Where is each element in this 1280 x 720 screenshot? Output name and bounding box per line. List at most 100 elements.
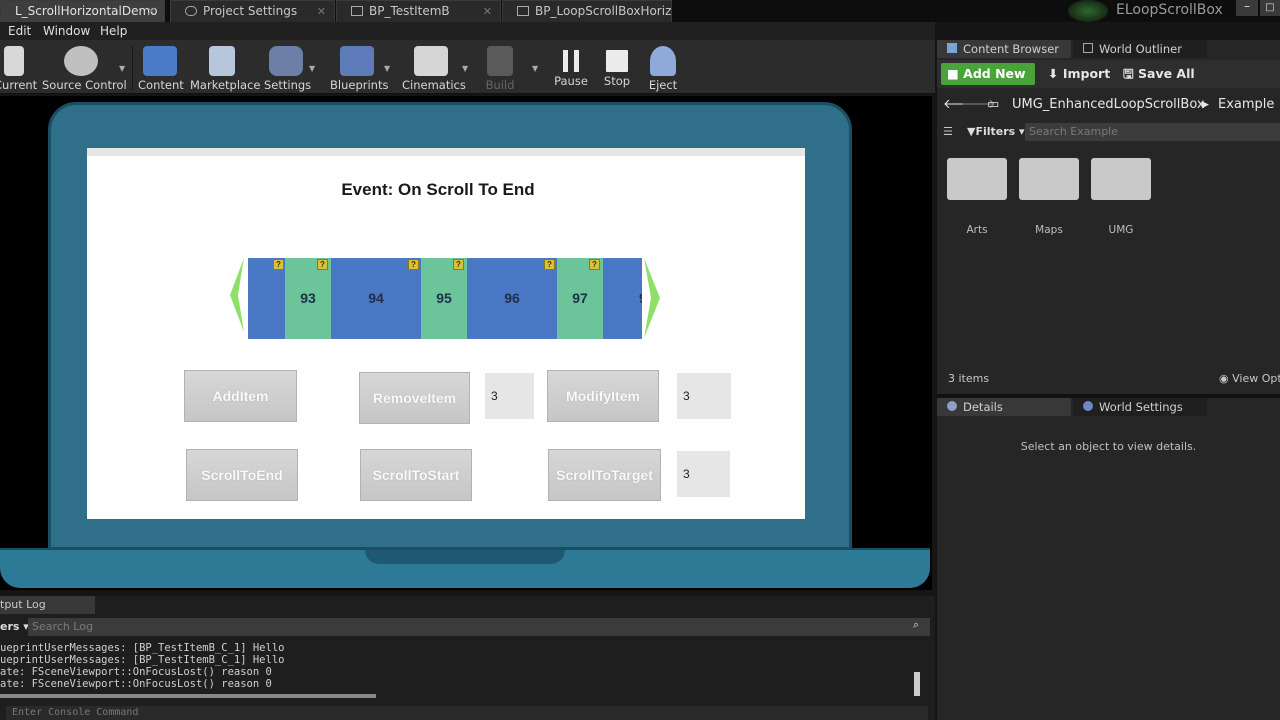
cursor-icon: [524, 210, 530, 222]
stop-button[interactable]: Stop: [600, 42, 634, 92]
tab-world-outliner[interactable]: World Outliner: [1073, 40, 1207, 58]
chevron-down-icon[interactable]: ▼: [462, 64, 468, 73]
filter-bar: ☰ ▼Filters ▾ Search Example: [937, 122, 1280, 144]
add-new-button[interactable]: ■ Add New ▾: [941, 63, 1035, 103]
tab-label: Details: [963, 400, 1003, 414]
modify-item-button[interactable]: ModifyItem: [547, 370, 659, 422]
filters-dropdown[interactable]: ▼Filters ▾: [967, 125, 1025, 138]
breadcrumb-item[interactable]: Example: [1218, 92, 1274, 118]
current-button[interactable]: Current: [0, 42, 37, 92]
vertical-scrollbar[interactable]: [914, 672, 920, 696]
console-input[interactable]: Enter Console Command: [6, 706, 928, 720]
build-button[interactable]: Build: [480, 42, 520, 92]
help-badge-icon: ?: [408, 259, 419, 270]
details-icon: [947, 401, 957, 411]
scroll-to-target-button[interactable]: ScrollToTarget: [548, 449, 661, 501]
tab-bp-loop-scroll-box[interactable]: BP_LoopScrollBoxHorizo: [502, 0, 672, 22]
scroll-left-arrow[interactable]: [226, 258, 246, 332]
add-item-button[interactable]: AddItem: [184, 370, 297, 422]
folder-icon[interactable]: [1091, 158, 1151, 200]
tab-details[interactable]: Details: [937, 398, 1071, 416]
chevron-down-icon[interactable]: ▼: [384, 64, 390, 73]
add-icon: ■: [947, 66, 964, 81]
tab-world-settings[interactable]: World Settings: [1073, 398, 1207, 416]
tab-bp-test-item-b[interactable]: BP_TestItemB ✕: [336, 0, 501, 22]
tab-label: BP_LoopScrollBoxHorizo: [535, 4, 672, 18]
chevron-down-icon[interactable]: ▼: [119, 64, 125, 73]
minimize-icon[interactable]: –: [1236, 0, 1258, 16]
marketplace-button[interactable]: Marketplace: [190, 42, 260, 92]
maximize-icon[interactable]: □: [1260, 0, 1280, 16]
laptop-notch: [365, 550, 565, 564]
settings-button[interactable]: Settings: [264, 42, 311, 92]
help-badge-icon: ?: [453, 259, 464, 270]
save-icon: 🖫: [1123, 66, 1139, 81]
folder-label: Arts: [966, 224, 988, 236]
folder-icon[interactable]: [947, 158, 1007, 200]
import-button[interactable]: ⬇ Import: [1048, 63, 1110, 85]
close-icon[interactable]: ✕: [483, 1, 492, 22]
search-input[interactable]: Search Example: [1025, 123, 1280, 141]
list-item[interactable]: 96?: [467, 258, 557, 339]
eye-icon: ◉: [1219, 372, 1233, 385]
tab-project-settings[interactable]: Project Settings ✕: [170, 0, 335, 22]
close-icon[interactable]: ✕: [317, 1, 326, 22]
remove-index-input[interactable]: 3: [485, 373, 534, 419]
marketplace-icon: [209, 46, 235, 76]
list-item[interactable]: 93?: [285, 258, 331, 339]
search-log-input[interactable]: Search Log: [28, 618, 930, 636]
remove-item-button[interactable]: RemoveItem: [359, 372, 470, 424]
list-item[interactable]: 95?: [421, 258, 467, 339]
menu-window[interactable]: Window: [43, 22, 90, 40]
tab-scroll-horizontal-demo[interactable]: L_ScrollHorizontalDemo ✕: [0, 0, 165, 22]
tab-output-log[interactable]: tput Log: [0, 596, 95, 614]
list-item[interactable]: ?: [248, 258, 285, 339]
filters-dropdown[interactable]: ers ▾: [0, 620, 29, 633]
folder-icon[interactable]: [1019, 158, 1079, 200]
close-icon[interactable]: ✕: [147, 1, 156, 22]
cinematics-button[interactable]: Cinematics: [402, 42, 466, 92]
content-browser-icon: [947, 43, 957, 53]
eject-button[interactable]: Eject: [646, 42, 680, 92]
chevron-down-icon[interactable]: ▼: [532, 64, 538, 73]
blueprints-button[interactable]: Blueprints: [330, 42, 388, 92]
outliner-icon: [1083, 43, 1093, 53]
event-title: Event: On Scroll To End: [341, 180, 535, 199]
menu-help[interactable]: Help: [100, 22, 127, 40]
list-item[interactable]: 97?: [557, 258, 603, 339]
content-icon: [143, 46, 177, 76]
source-control-button[interactable]: Source Control: [42, 42, 127, 92]
chevron-right-icon: ▶: [1202, 100, 1209, 110]
chevron-down-icon[interactable]: ▼: [309, 64, 315, 73]
sources-icon[interactable]: ☰: [943, 125, 953, 138]
filters-label: ers: [0, 620, 20, 633]
modify-index-input[interactable]: 3: [677, 373, 731, 419]
content-button[interactable]: Content: [138, 42, 184, 92]
breadcrumb-item[interactable]: UMG_EnhancedLoopScrollBox: [1012, 92, 1205, 118]
main-toolbar: Current Source Control ▼ Content Marketp…: [0, 40, 935, 94]
scroll-to-end-button[interactable]: ScrollToEnd: [186, 449, 298, 501]
item-label: 95: [436, 290, 452, 306]
horizontal-scrollbar[interactable]: [0, 694, 376, 698]
scroll-right-arrow[interactable]: [642, 258, 662, 338]
blueprints-icon: [340, 46, 374, 76]
filters-label: Filters: [975, 125, 1016, 138]
item-count: 3 items: [948, 372, 990, 385]
level-icon: [4, 46, 24, 76]
button-label: Content: [138, 78, 184, 92]
view-options-button[interactable]: ◉ View Opt: [1219, 372, 1280, 385]
list-item[interactable]: 9: [603, 258, 642, 339]
log-line: ueprintUserMessages: [BP_TestItemB_C_1] …: [0, 642, 285, 654]
tab-label: BP_TestItemB: [369, 4, 450, 18]
tab-content-browser[interactable]: Content Browser: [937, 40, 1071, 58]
button-label: Source Control: [42, 78, 127, 92]
item-label: 97: [572, 290, 588, 306]
save-all-button[interactable]: 🖫 Save All: [1123, 63, 1195, 85]
list-item[interactable]: 94?: [331, 258, 421, 339]
button-label: Build: [485, 78, 515, 92]
scroll-to-start-button[interactable]: ScrollToStart: [360, 449, 472, 501]
target-index-input[interactable]: 3: [677, 451, 730, 497]
loop-scroll-box[interactable]: ? 93? 94? 95? 96? 97? 9: [248, 258, 642, 339]
menu-edit[interactable]: Edit: [8, 22, 31, 40]
pause-button[interactable]: Pause: [552, 42, 590, 92]
